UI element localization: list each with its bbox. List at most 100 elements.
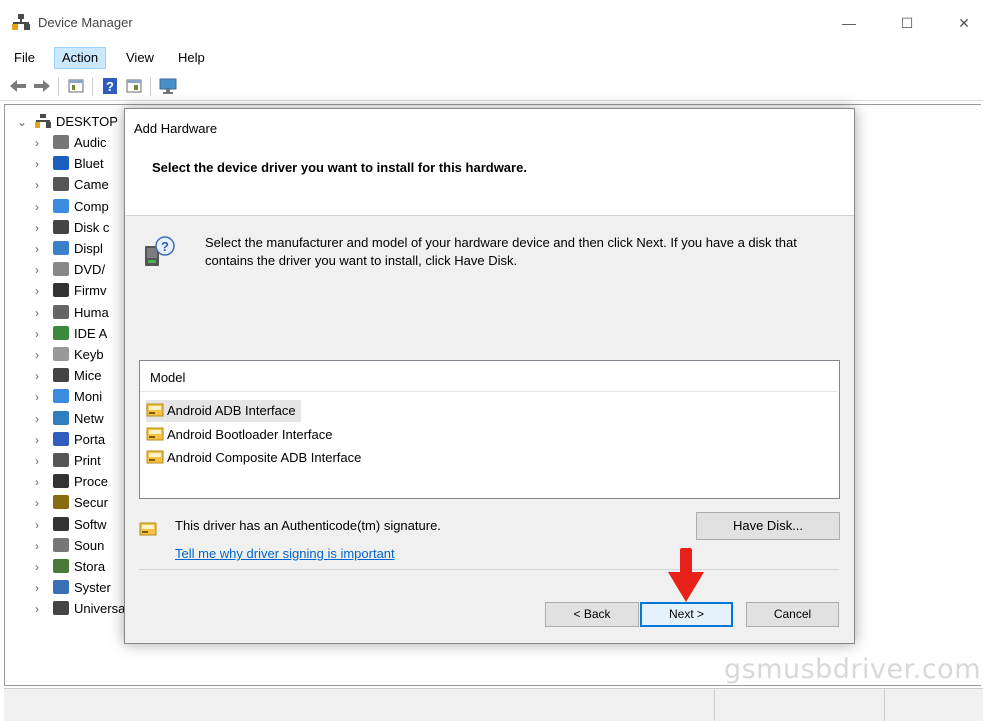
model-item[interactable]: Android ADB Interface bbox=[146, 400, 301, 422]
dialog-separator bbox=[139, 569, 839, 570]
status-bar bbox=[4, 688, 983, 721]
tree-root[interactable]: ⌄ DESKTOP bbox=[17, 111, 118, 132]
expand-icon[interactable]: › bbox=[35, 599, 53, 620]
tree-item-ide[interactable]: › IDE A bbox=[35, 323, 107, 344]
expand-icon[interactable]: › bbox=[35, 197, 53, 218]
expand-icon[interactable]: › bbox=[35, 218, 53, 239]
have-disk-button[interactable]: Have Disk... bbox=[696, 512, 840, 540]
tree-item-display[interactable]: › Displ bbox=[35, 238, 103, 259]
tree-item-label: Came bbox=[74, 177, 109, 193]
bluetooth-icon bbox=[53, 156, 69, 171]
watermark: gsmusbdriver.com bbox=[723, 654, 981, 685]
tree-item-label: Keyb bbox=[74, 347, 104, 362]
expand-icon[interactable]: › bbox=[35, 515, 53, 536]
storage-icon bbox=[53, 559, 69, 573]
collapse-icon[interactable]: ⌄ bbox=[17, 112, 35, 133]
menu-view[interactable]: View bbox=[119, 47, 161, 69]
computer-node-icon bbox=[35, 114, 51, 128]
dialog-header: Add Hardware Select the device driver yo… bbox=[125, 109, 854, 216]
tree-item-dvd[interactable]: › DVD/ bbox=[35, 259, 105, 280]
menu-action[interactable]: Action bbox=[54, 47, 107, 69]
keyboard-icon bbox=[53, 347, 69, 361]
expand-icon[interactable]: › bbox=[35, 409, 53, 430]
scan-hardware-icon[interactable] bbox=[158, 76, 178, 96]
expand-icon[interactable]: › bbox=[35, 175, 53, 196]
tree-item-sound[interactable]: › Soun bbox=[35, 535, 104, 556]
device-manager-icon bbox=[12, 14, 30, 30]
update-driver-icon[interactable] bbox=[124, 76, 144, 96]
tree-item-monitor[interactable]: › Moni bbox=[35, 386, 102, 407]
expand-icon[interactable]: › bbox=[35, 260, 53, 281]
expand-icon[interactable]: › bbox=[35, 472, 53, 493]
tree-item-keyboard[interactable]: › Keyb bbox=[35, 344, 104, 365]
audio-icon bbox=[53, 135, 69, 149]
tree-item-storage[interactable]: › Stora bbox=[35, 556, 105, 577]
signed-driver-icon bbox=[139, 522, 157, 536]
tree-item-label: Soun bbox=[74, 537, 105, 553]
tree-item-security[interactable]: › Secur bbox=[35, 492, 108, 513]
dialog-description: Select the manufacturer and model of you… bbox=[205, 235, 797, 268]
forward-icon[interactable] bbox=[32, 76, 52, 96]
tree-item-bluetooth[interactable]: › Bluet bbox=[35, 153, 104, 174]
driver-signing-link[interactable]: Tell me why driver signing is important bbox=[175, 546, 395, 561]
tree-item-software[interactable]: › Softw bbox=[35, 514, 107, 535]
expand-icon[interactable]: › bbox=[35, 387, 53, 408]
expand-icon[interactable]: › bbox=[35, 493, 53, 514]
next-button[interactable]: Next > bbox=[640, 602, 733, 627]
menu-help[interactable]: Help bbox=[171, 47, 212, 69]
tree-item-disk[interactable]: › Disk c bbox=[35, 217, 109, 238]
model-item-label: Android Bootloader Interface bbox=[167, 426, 333, 442]
tree-item-computer[interactable]: › Comp bbox=[35, 196, 109, 217]
properties-icon[interactable] bbox=[66, 76, 86, 96]
model-item-label: Android Composite ADB Interface bbox=[167, 450, 362, 465]
expand-icon[interactable]: › bbox=[35, 303, 53, 324]
tree-item-network[interactable]: › Netw bbox=[35, 408, 104, 429]
computer-icon bbox=[53, 198, 69, 213]
tree-item-firmware[interactable]: › Firmv bbox=[35, 280, 107, 301]
tree-item-audio[interactable]: › Audic bbox=[35, 132, 107, 153]
network-icon bbox=[53, 410, 69, 425]
expand-icon[interactable]: › bbox=[35, 536, 53, 557]
tree-item-label: Huma bbox=[74, 304, 109, 320]
tree-item-printer[interactable]: › Print bbox=[35, 450, 101, 471]
expand-icon[interactable]: › bbox=[35, 451, 53, 472]
tree-item-label: Comp bbox=[74, 198, 109, 214]
expand-icon[interactable]: › bbox=[35, 557, 53, 578]
red-arrow-icon bbox=[668, 548, 704, 602]
back-icon[interactable] bbox=[8, 76, 28, 96]
security-icon bbox=[53, 495, 69, 510]
tree-item-portable[interactable]: › Porta bbox=[35, 429, 105, 450]
tree-item-label: Syster bbox=[74, 580, 111, 596]
tree-item-camera[interactable]: › Came bbox=[35, 174, 109, 195]
expand-icon[interactable]: › bbox=[35, 133, 53, 154]
model-column-header bbox=[140, 361, 837, 392]
expand-icon[interactable]: › bbox=[35, 366, 53, 387]
model-listbox[interactable]: Model Android ADB Interface Android Bootl… bbox=[139, 360, 840, 499]
model-item[interactable]: Android Bootloader Interface bbox=[146, 424, 338, 446]
tree-item-mouse[interactable]: › Mice bbox=[35, 365, 101, 386]
model-item[interactable]: Android Composite ADB Interface bbox=[146, 447, 366, 469]
close-button[interactable]: ✕ bbox=[941, 8, 983, 38]
back-button[interactable]: < Back bbox=[545, 602, 639, 627]
help-icon[interactable]: ? bbox=[100, 76, 120, 96]
tree-item-human-interface[interactable]: › Huma bbox=[35, 302, 109, 323]
expand-icon[interactable]: › bbox=[35, 345, 53, 366]
tree-item-processor[interactable]: › Proce bbox=[35, 471, 108, 492]
tree-item-system[interactable]: › Syster bbox=[35, 577, 111, 598]
tree-item-label: Proce bbox=[74, 474, 108, 490]
expand-icon[interactable]: › bbox=[35, 324, 53, 345]
expand-icon[interactable]: › bbox=[35, 281, 53, 302]
window-title: Device Manager bbox=[38, 15, 133, 30]
cancel-button[interactable]: Cancel bbox=[746, 602, 839, 627]
svg-text:?: ? bbox=[161, 239, 169, 254]
hardware-question-icon: ? bbox=[145, 236, 175, 266]
expand-icon[interactable]: › bbox=[35, 578, 53, 599]
maximize-button[interactable]: ☐ bbox=[884, 8, 930, 38]
firmware-icon bbox=[53, 283, 69, 298]
expand-icon[interactable]: › bbox=[35, 430, 53, 451]
status-divider bbox=[884, 689, 885, 721]
menu-file[interactable]: File bbox=[7, 47, 42, 69]
minimize-button[interactable]: — bbox=[826, 8, 872, 38]
expand-icon[interactable]: › bbox=[35, 154, 53, 175]
expand-icon[interactable]: › bbox=[35, 239, 53, 260]
